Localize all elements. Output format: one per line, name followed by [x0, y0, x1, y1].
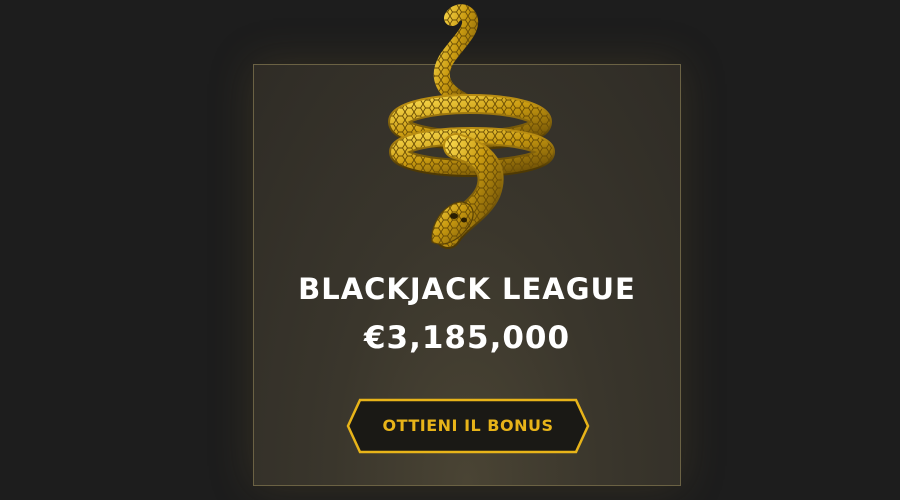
- snake-ring-icon: [360, 4, 560, 250]
- get-bonus-button-label: OTTIENI IL BONUS: [382, 416, 554, 435]
- promo-stage: BLACKJACK LEAGUE €3,185,000 OTTIENI IL B…: [0, 0, 900, 500]
- prize-amount: €3,185,000: [363, 320, 571, 356]
- promo-title: BLACKJACK LEAGUE: [298, 272, 636, 306]
- get-bonus-button[interactable]: OTTIENI IL BONUS: [346, 398, 590, 454]
